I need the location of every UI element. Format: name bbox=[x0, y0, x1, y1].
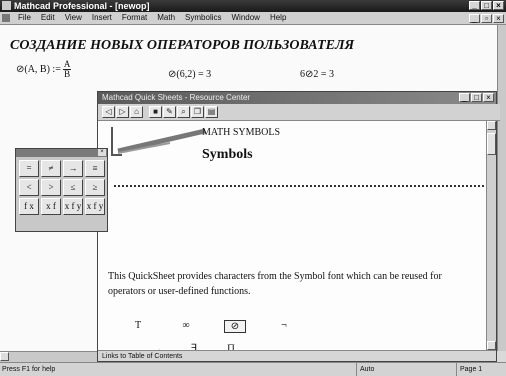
worksheet-heading: СОЗДАНИЕ НОВЫХ ОПЕРАТОРОВ ПОЛЬЗОВАТЕЛЯ bbox=[10, 38, 355, 53]
close-button[interactable]: × bbox=[493, 1, 504, 10]
operator-definition[interactable]: ⊘(A, B) := A B bbox=[16, 60, 72, 79]
definition-fraction: A B bbox=[62, 60, 72, 79]
symbol-row-2: . ∃ ∏ bbox=[158, 343, 235, 350]
menu-window[interactable]: Window bbox=[227, 12, 265, 24]
doc-minimize-button[interactable]: _ bbox=[469, 13, 480, 23]
palette-less-equal-button[interactable]: ≤ bbox=[63, 179, 83, 196]
doc-close-button[interactable]: × bbox=[493, 13, 504, 23]
menu-math[interactable]: Math bbox=[152, 12, 180, 24]
palette-arrow-button[interactable]: → bbox=[63, 160, 83, 177]
symbol-product[interactable]: ∏ bbox=[227, 343, 235, 350]
palette-tree-operator-button[interactable]: x f y bbox=[85, 198, 105, 215]
find-icon[interactable]: ⌕ bbox=[177, 106, 190, 118]
menu-insert[interactable]: Insert bbox=[87, 12, 117, 24]
quicksheet-description: This QuickSheet provides characters from… bbox=[108, 271, 442, 297]
menu-file[interactable]: File bbox=[13, 12, 36, 24]
window-title: Mathcad Professional - [newop] bbox=[14, 1, 150, 11]
mathcad-app-icon[interactable] bbox=[2, 1, 11, 10]
palette-less-button[interactable]: < bbox=[19, 179, 39, 196]
palette-prefix-operator-button[interactable]: f x bbox=[19, 198, 39, 215]
quicksheet-title: Mathcad Quick Sheets - Resource Center bbox=[102, 93, 251, 102]
main-title-bar: Mathcad Professional - [newop] _ □ × bbox=[0, 0, 506, 12]
symbol-dot[interactable]: . bbox=[158, 343, 161, 350]
menu-view[interactable]: View bbox=[60, 12, 87, 24]
menu-edit[interactable]: Edit bbox=[36, 12, 60, 24]
annotate-icon[interactable]: ✎ bbox=[163, 106, 176, 118]
quicksheet-toolbar: ◁ ▷ ⌂ ■ ✎ ⌕ ❐ ▤ bbox=[98, 104, 500, 121]
symbol-row: T ∞ ⊘ ¬ bbox=[128, 320, 294, 333]
palette-greater-button[interactable]: > bbox=[41, 179, 61, 196]
print-icon[interactable]: ▤ bbox=[205, 106, 218, 118]
forward-icon[interactable]: ▷ bbox=[116, 106, 129, 118]
menu-format[interactable]: Format bbox=[117, 12, 152, 24]
worksheet-horizontal-scrollbar[interactable] bbox=[0, 351, 100, 362]
doc-restore-button[interactable]: ▫ bbox=[481, 13, 492, 23]
evaluation-infix[interactable]: 6⊘2 = 3 bbox=[300, 69, 334, 80]
status-help-text: Press F1 for help bbox=[2, 366, 56, 373]
palette-postfix-operator-button[interactable]: x f bbox=[41, 198, 61, 215]
section-title: MATH SYMBOLS bbox=[202, 127, 281, 138]
quicksheet-vertical-scrollbar[interactable] bbox=[486, 121, 496, 350]
quicksheet-window: Mathcad Quick Sheets - Resource Center _… bbox=[97, 91, 500, 362]
definition-lhs: ⊘(A, B) := bbox=[16, 64, 61, 75]
evaluation-palette: × = ≠ → ≡ < > ≤ ≥ f x x f x f y x f y bbox=[15, 148, 108, 232]
symbol-oslash[interactable]: ⊘ bbox=[224, 320, 246, 333]
page-title: Symbols bbox=[202, 147, 253, 162]
quicksheet-title-bar: Mathcad Quick Sheets - Resource Center _… bbox=[98, 92, 496, 104]
worksheet-vertical-scrollbar[interactable] bbox=[497, 25, 506, 351]
scroll-thumb[interactable] bbox=[487, 133, 496, 155]
status-mode: Auto bbox=[356, 363, 400, 376]
divider bbox=[114, 185, 484, 187]
symbol-not[interactable]: ¬ bbox=[274, 320, 294, 333]
qs-close-button[interactable]: × bbox=[483, 93, 494, 102]
menu-help[interactable]: Help bbox=[265, 12, 291, 24]
stop-icon[interactable]: ■ bbox=[149, 106, 162, 118]
qs-minimize-button[interactable]: _ bbox=[459, 93, 470, 102]
home-icon[interactable]: ⌂ bbox=[130, 106, 143, 118]
scroll-up-arrow[interactable] bbox=[487, 121, 496, 130]
menu-bar: File Edit View Insert Format Math Symbol… bbox=[0, 12, 506, 25]
palette-not-equal-button[interactable]: ≠ bbox=[41, 160, 61, 177]
scroll-down-arrow[interactable] bbox=[487, 341, 496, 350]
maximize-button[interactable]: □ bbox=[481, 1, 492, 10]
palette-equals-button[interactable]: = bbox=[19, 160, 39, 177]
evaluation-prefix[interactable]: ⊘(6,2) = 3 bbox=[168, 69, 211, 80]
back-icon[interactable]: ◁ bbox=[102, 106, 115, 118]
palette-identical-button[interactable]: ≡ bbox=[85, 160, 105, 177]
symbol-infinity[interactable]: ∞ bbox=[176, 320, 196, 333]
palette-title-bar[interactable]: × bbox=[16, 149, 107, 157]
definition-denominator: B bbox=[64, 69, 71, 79]
main-status-bar: Press F1 for help Auto Page 1 bbox=[0, 362, 506, 376]
copy-icon[interactable]: ❐ bbox=[191, 106, 204, 118]
palette-infix-operator-button[interactable]: x f y bbox=[63, 198, 83, 215]
qs-maximize-button[interactable]: □ bbox=[471, 93, 482, 102]
palette-greater-equal-button[interactable]: ≥ bbox=[85, 179, 105, 196]
quicksheet-status-bar: Links to Table of Contents bbox=[98, 350, 496, 361]
scroll-left-arrow[interactable] bbox=[0, 352, 9, 361]
quicksheet-content[interactable]: MATH SYMBOLS Symbols This QuickSheet pro… bbox=[98, 121, 486, 350]
minimize-button[interactable]: _ bbox=[469, 1, 480, 10]
symbol-t[interactable]: T bbox=[128, 320, 148, 333]
symbol-exists[interactable]: ∃ bbox=[191, 343, 197, 350]
document-icon[interactable] bbox=[2, 14, 10, 22]
palette-close-icon[interactable]: × bbox=[98, 149, 106, 156]
menu-symbolics[interactable]: Symbolics bbox=[180, 12, 226, 24]
status-page: Page 1 bbox=[456, 363, 506, 376]
